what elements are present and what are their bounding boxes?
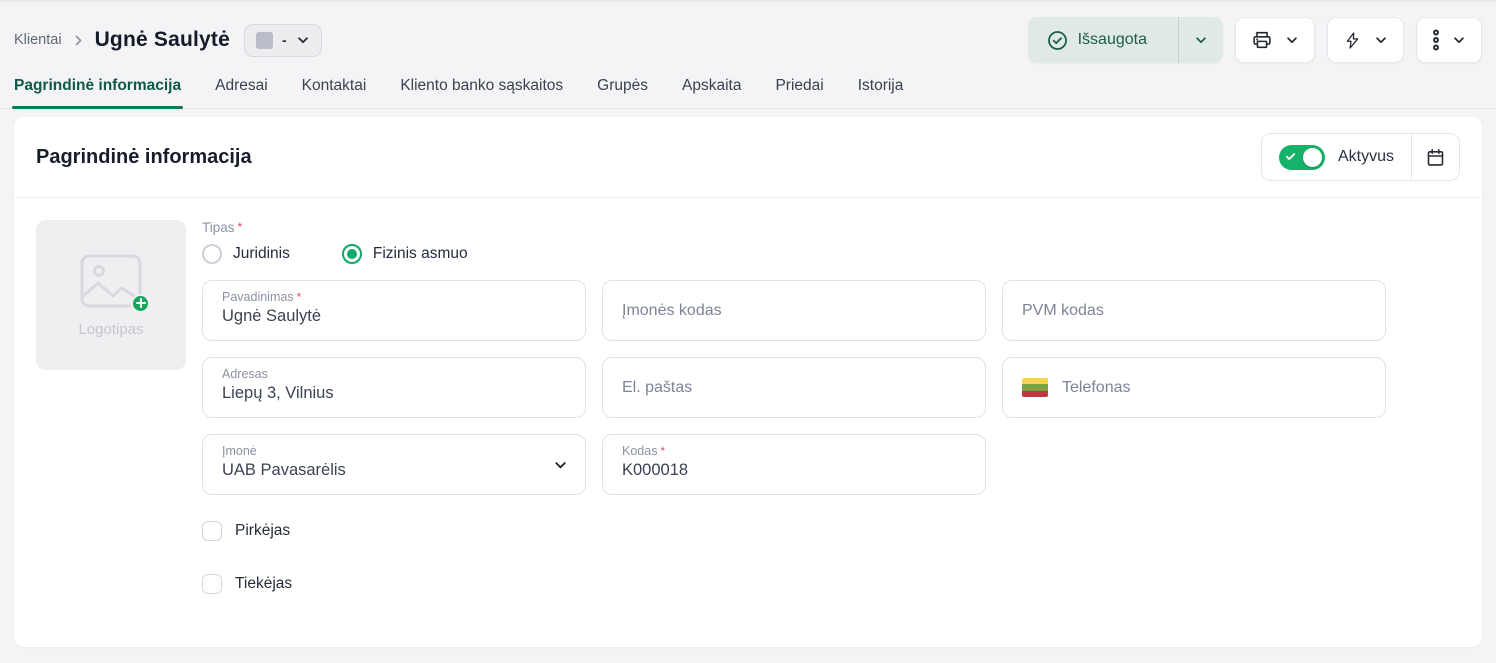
pvm-kodas-input[interactable] (1022, 302, 1366, 320)
save-dropdown-caret[interactable] (1178, 17, 1223, 63)
print-dropdown-button[interactable] (1235, 17, 1315, 63)
adresas-field[interactable]: Adresas (202, 357, 586, 418)
chevron-down-icon (1374, 33, 1388, 47)
adresas-input[interactable] (222, 384, 566, 403)
radio-circle[interactable] (202, 244, 222, 264)
field-label: Kodas (622, 444, 657, 458)
color-swatch (256, 32, 273, 49)
pavadinimas-input[interactable] (222, 307, 566, 326)
color-dropdown-value: - (282, 32, 287, 48)
el-pastas-input[interactable] (622, 379, 966, 397)
required-asterisk: * (660, 444, 665, 458)
pvm-kodas-field[interactable] (1002, 280, 1386, 341)
lithuania-flag-icon[interactable] (1022, 378, 1048, 397)
chevron-down-icon (296, 33, 310, 47)
breadcrumb-parent-link[interactable]: Klientai (14, 32, 62, 48)
radio-label: Juridinis (233, 245, 290, 263)
field-label: Įmonė (222, 444, 257, 458)
printer-icon (1251, 29, 1273, 51)
logo-upload[interactable]: Logotipas (36, 220, 186, 370)
logo-upload-label: Logotipas (78, 321, 143, 338)
tab-apskaita[interactable]: Apskaita (682, 77, 741, 108)
tab-priedai[interactable]: Priedai (775, 77, 823, 108)
color-tag-dropdown[interactable]: - (244, 24, 322, 57)
imones-kodas-field[interactable] (602, 280, 986, 341)
check-icon (1285, 151, 1296, 162)
required-asterisk: * (238, 220, 243, 234)
radio-label: Fizinis asmuo (373, 245, 468, 263)
tab-istorija[interactable]: Istorija (858, 77, 904, 108)
automation-dropdown-button[interactable] (1327, 17, 1404, 63)
status-controls: Aktyvus (1261, 133, 1460, 181)
radio-juridinis[interactable]: Juridinis (202, 244, 290, 264)
required-asterisk: * (297, 290, 302, 304)
checkbox-label: Pirkėjas (235, 522, 290, 540)
calendar-icon (1425, 147, 1446, 168)
el-pastas-field[interactable] (602, 357, 986, 418)
form-area: Tipas* Juridinis Fizinis asmuo Pavadinim… (202, 220, 1460, 600)
save-button-label: Išsaugota (1078, 31, 1147, 49)
tab-grupes[interactable]: Grupės (597, 77, 648, 108)
field-label: Adresas (222, 367, 268, 381)
kodas-field[interactable]: Kodas* (602, 434, 986, 495)
telefonas-input[interactable] (1062, 379, 1366, 397)
card-title: Pagrindinė informacija (36, 146, 252, 169)
radio-fizinis-asmuo[interactable]: Fizinis asmuo (342, 244, 468, 264)
type-group-label: Tipas* (202, 220, 1460, 235)
telefonas-field[interactable] (1002, 357, 1386, 418)
card-header: Pagrindinė informacija Aktyvus (14, 117, 1482, 198)
active-toggle-label: Aktyvus (1338, 148, 1394, 166)
chevron-down-icon (553, 457, 568, 472)
tab-bar: Pagrindinė informacija Adresai Kontaktai… (0, 71, 1496, 109)
fields-grid: Pavadinimas* Adresas (202, 280, 1460, 495)
add-logo-plus-icon[interactable] (131, 294, 150, 313)
tab-adresai[interactable]: Adresai (215, 77, 268, 108)
top-bar: Klientai Ugnė Saulytė - Išsaugota (0, 2, 1496, 71)
active-toggle-group[interactable]: Aktyvus (1262, 134, 1411, 180)
page-title: Ugnė Saulytė (95, 28, 230, 52)
tab-kliento-banko-saskaitos[interactable]: Kliento banko sąskaitos (400, 77, 563, 108)
imone-select-value: UAB Pavasarėlis (222, 461, 566, 480)
imones-kodas-input[interactable] (622, 302, 966, 320)
save-button-main[interactable]: Išsaugota (1028, 17, 1166, 63)
tab-pagrindine-informacija[interactable]: Pagrindinė informacija (14, 77, 181, 108)
tiekejas-checkbox[interactable] (202, 574, 222, 594)
pavadinimas-field[interactable]: Pavadinimas* (202, 280, 586, 341)
check-circle-icon (1047, 30, 1068, 51)
chevron-right-icon (72, 34, 85, 47)
type-radio-group: Juridinis Fizinis asmuo (202, 244, 1460, 264)
kodas-input[interactable] (622, 461, 966, 480)
active-toggle[interactable] (1279, 145, 1325, 170)
calendar-button[interactable] (1411, 134, 1459, 180)
main-info-card: Pagrindinė informacija Aktyvus (14, 117, 1482, 647)
field-label: Pavadinimas (222, 290, 294, 304)
pirkejas-checkbox[interactable] (202, 521, 222, 541)
header-actions: Išsaugota (1028, 17, 1482, 63)
chevron-down-icon (1452, 33, 1466, 47)
checkbox-label: Tiekėjas (235, 575, 292, 593)
tab-kontaktai[interactable]: Kontaktai (302, 77, 367, 108)
chevron-down-icon (1285, 33, 1299, 47)
pirkejas-checkbox-row[interactable]: Pirkėjas (202, 515, 1460, 547)
card-body: Logotipas Tipas* Juridinis Fizinis asmuo (14, 198, 1482, 622)
save-split-button[interactable]: Išsaugota (1028, 17, 1223, 63)
imone-select[interactable]: Įmonė UAB Pavasarėlis (202, 434, 586, 495)
lightning-icon (1343, 31, 1362, 50)
tiekejas-checkbox-row[interactable]: Tiekėjas (202, 568, 1460, 600)
radio-circle-checked[interactable] (342, 244, 362, 264)
kebab-menu-icon (1432, 29, 1440, 51)
toggle-knob (1303, 148, 1322, 167)
more-actions-dropdown-button[interactable] (1416, 17, 1482, 63)
